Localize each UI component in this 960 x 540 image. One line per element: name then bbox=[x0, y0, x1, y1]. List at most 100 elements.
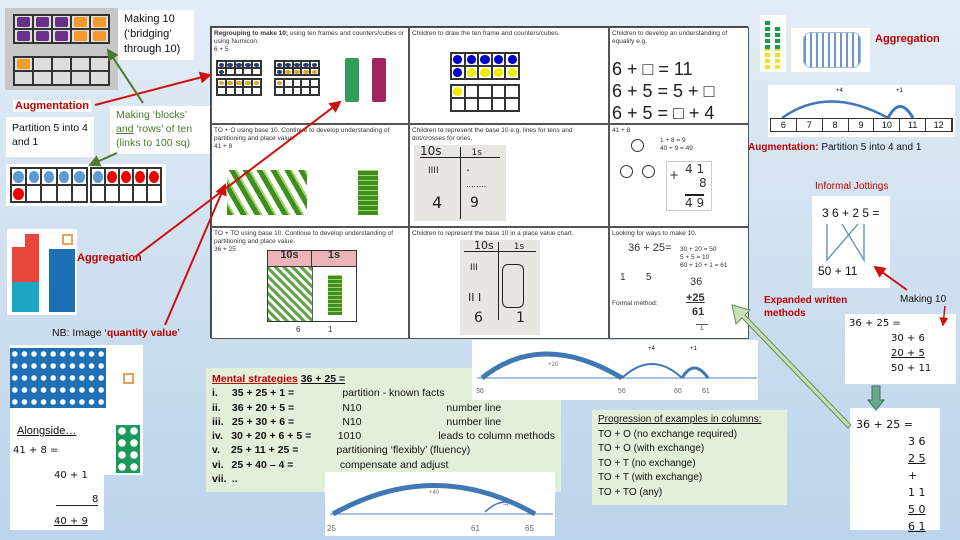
counter-ten-frames bbox=[6, 164, 166, 206]
mental-e: 35 + 25 + 1 = bbox=[231, 387, 295, 400]
nb-end: ’ bbox=[177, 327, 180, 339]
pv-tens: 10s bbox=[420, 144, 442, 158]
alongside-sum: 41 + 8 = bbox=[13, 445, 59, 456]
mental-strategy-row: v. 25 + 11 + 25 = partitioning ‘flexibly’ … bbox=[212, 443, 555, 457]
mental-m: N10 bbox=[342, 415, 362, 428]
col-line: 5 0 bbox=[908, 503, 926, 516]
progression-table: Regrouping to make 10; using ten frames … bbox=[210, 26, 749, 339]
base10-units bbox=[358, 170, 378, 215]
represent-text: Children to represent the base 10 e.g. l… bbox=[412, 127, 573, 142]
mental-d: leads to column methods bbox=[438, 430, 555, 443]
blocks-and: and bbox=[116, 123, 134, 135]
mental-strategy-row: iii. 25 + 30 + 6 = N10 number line bbox=[212, 415, 555, 429]
progression-item: TO + TO (any) bbox=[598, 486, 663, 498]
make-ten-fact-2: 5 + 5 = 10 bbox=[680, 254, 710, 261]
column-box: 36 + 25 = 3 6 2 5 + 1 1 5 0 6 1 bbox=[850, 408, 940, 533]
partition-label: Partition 5 into 4 and 1 bbox=[6, 117, 94, 157]
exp-line: 30 + 6 bbox=[891, 333, 925, 344]
equality-text: Children to develop an understanding of … bbox=[612, 30, 728, 45]
making-10-label: Making 10 bbox=[900, 294, 947, 305]
mental-strategy-row: ii. 36 + 20 + 5 = N10 number line bbox=[212, 401, 555, 415]
cell-to-plus-o: TO + O using base 10. Continue to develo… bbox=[211, 124, 409, 227]
plus-sign: + bbox=[669, 168, 680, 182]
mental-n: iii. bbox=[212, 415, 224, 428]
col-line: 36 + 25 = bbox=[856, 418, 913, 431]
hand-tally-2: II I bbox=[468, 291, 482, 304]
nl-top-jump-3: +1 bbox=[690, 346, 697, 352]
cell-make-ten: Looking for ways to make 10. 36 + 25= 1 … bbox=[609, 227, 749, 339]
nb-red: quantity value bbox=[106, 327, 178, 339]
jottings-box: 3 6 + 2 5 = 50 + 11 bbox=[812, 196, 890, 288]
make-ten-fact-3: 60 + 10 + 1 = 61 bbox=[680, 262, 728, 269]
make-ten-fact-1: 30 + 20 = 50 bbox=[680, 246, 717, 253]
to-plus-to-text: TO + TO using base 10. Continue to devel… bbox=[214, 230, 394, 245]
cell-place-value-chart: Children to represent the base 10 in a p… bbox=[409, 227, 609, 339]
number-track-cell: 10 bbox=[874, 119, 901, 131]
mental-n: v. bbox=[212, 444, 220, 457]
exp-line: 36 + 25 = bbox=[849, 318, 901, 329]
numicon-green bbox=[345, 58, 359, 102]
equation: 6 + □ = 11 bbox=[612, 59, 693, 79]
mental-d: number line bbox=[446, 401, 502, 414]
mental-n: iv. bbox=[212, 430, 223, 443]
nl-bottom-label: 65 bbox=[525, 524, 534, 533]
blocks-rows-label: Making ‘blocks’ and ‘rows’ of ten (links t… bbox=[110, 106, 210, 154]
mental-m: partitioning ‘flexibly’ (fluency) bbox=[336, 444, 471, 457]
arrow-down-green bbox=[866, 385, 886, 411]
numicon-pink bbox=[372, 58, 386, 102]
mental-e: 30 + 20 + 6 + 5 = bbox=[231, 430, 312, 443]
pv-ones: 1s bbox=[471, 148, 482, 158]
numicon-aggregation bbox=[7, 229, 77, 315]
mental-d bbox=[448, 458, 555, 472]
augmentation-label: Augmentation bbox=[13, 100, 91, 112]
place-value-text: Children to represent the base 10 in a p… bbox=[412, 230, 574, 237]
informal-jottings-label: Informal Jottings bbox=[815, 181, 889, 192]
make-ten-text: Looking for ways to make 10. bbox=[612, 230, 697, 237]
augmentation-caption: Augmentation: Partition 5 into 4 and 1 bbox=[748, 142, 921, 153]
number-track-cell: 9 bbox=[849, 119, 875, 131]
progression-item: TO + O (no exchange required) bbox=[598, 428, 738, 440]
number-track-cell: 7 bbox=[797, 119, 823, 131]
cell-draw-ten-frame: Children to draw the ten frame and count… bbox=[409, 27, 609, 124]
pv-dot: . bbox=[466, 160, 470, 174]
nb-note: NB: Image ‘quantity value’ bbox=[52, 327, 180, 339]
nl-bottom-arrows bbox=[330, 483, 553, 517]
chart-tens-result: 6 bbox=[296, 325, 301, 334]
mental-title-text: Mental strategies bbox=[212, 373, 298, 385]
formal-method-label: Formal method: bbox=[612, 300, 658, 307]
jot-bottom: 50 + 11 bbox=[818, 264, 858, 278]
aggregation-label-left: Aggregation bbox=[77, 252, 142, 264]
progression-title: Progression of examples in columns: bbox=[598, 414, 762, 425]
mental-m: partition - known facts bbox=[342, 387, 445, 400]
mental-m: N10 bbox=[342, 401, 362, 414]
nl-top-label: 60 bbox=[674, 388, 682, 395]
nl-bottom-jump-1: +40 bbox=[429, 490, 440, 496]
mental-e: 36 + 20 + 5 = bbox=[231, 401, 295, 414]
cube-towers bbox=[760, 15, 786, 72]
hand-ones: 1s bbox=[513, 242, 525, 252]
col-top: 4 1 bbox=[685, 162, 705, 176]
jump-label-1: +4 bbox=[836, 88, 843, 94]
nl-top-arrows bbox=[477, 351, 757, 381]
mental-e: 25 + 40 – 4 = bbox=[231, 458, 294, 471]
augmentation-text: Partition 5 into 4 and 1 bbox=[821, 142, 922, 153]
col-line: 6 1 bbox=[908, 520, 926, 533]
hand-tally-1: III bbox=[470, 263, 478, 273]
mental-strategy-row: iv. 30 + 20 + 6 + 5 = 1010 leads to column … bbox=[212, 429, 555, 443]
exp-line: 20 + 5 bbox=[891, 348, 925, 359]
nl-bottom-label: 61 bbox=[471, 524, 480, 533]
blocks-rest: ‘rows’ of ten bbox=[133, 123, 193, 135]
aggregation-label-right: Aggregation bbox=[875, 33, 940, 45]
cell-partition-41-8: 41 + 8 1 + 8 = 9 40 + 9 = 49 + 4 1 8 4 9 bbox=[609, 124, 749, 227]
equation: 6 + 5 = 5 + □ bbox=[612, 81, 715, 101]
fact-1: 1 + 8 = 9 bbox=[660, 137, 686, 144]
pv-tens-result: 4 bbox=[432, 193, 443, 212]
hand-tens-result: 6 bbox=[474, 310, 483, 326]
alongside-label: Alongside… bbox=[17, 425, 77, 437]
col-mid: 8 bbox=[699, 176, 707, 190]
to-plus-to-sum: 36 + 25 bbox=[214, 246, 236, 253]
exp-line: 50 + 11 bbox=[891, 363, 932, 374]
mental-m: 1010 bbox=[337, 430, 362, 443]
mental-m: compensate and adjust bbox=[339, 458, 449, 471]
mental-n: vi. bbox=[212, 458, 224, 471]
